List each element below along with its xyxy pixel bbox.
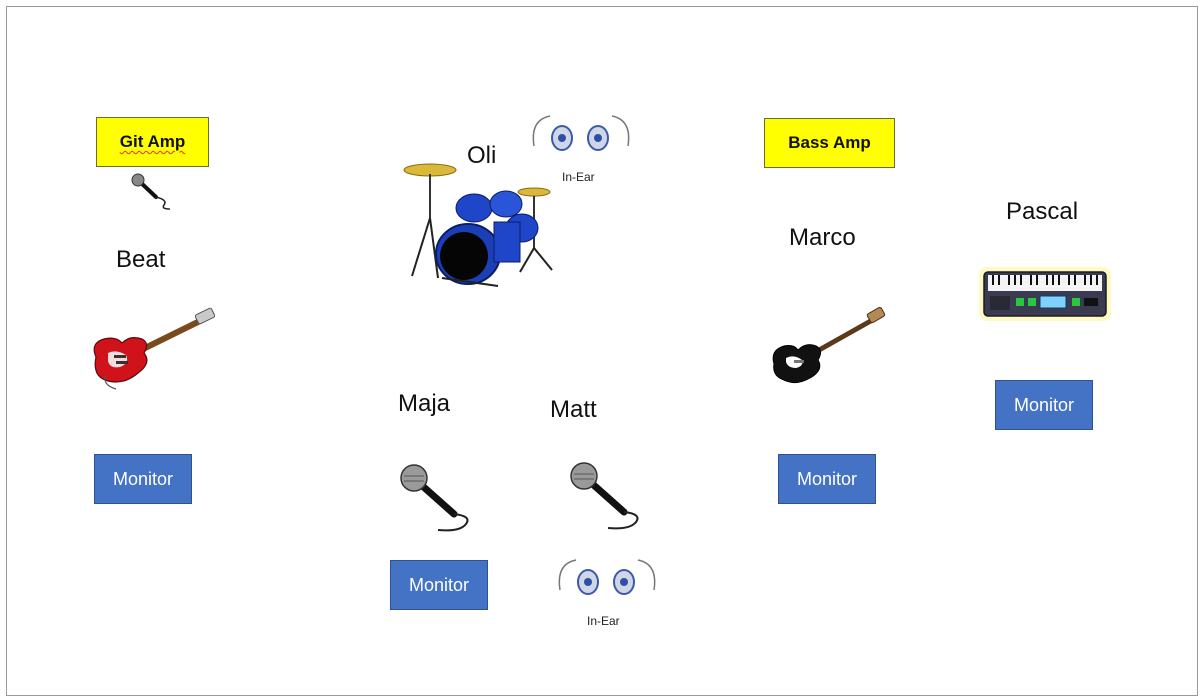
monitor-marco: Monitor (778, 454, 876, 504)
bass-guitar-icon (772, 306, 886, 384)
bass-amp-label: Bass Amp (788, 133, 871, 152)
microphone-icon (570, 462, 639, 530)
in-ear-monitor-icon (558, 559, 656, 595)
git-amp-box: Git Amp (96, 117, 209, 167)
in-ear-label-matt: In-Ear (587, 614, 620, 628)
musician-name-marco: Marco (789, 224, 856, 251)
microphone-icon (131, 173, 171, 210)
monitor-label: Monitor (408, 574, 470, 595)
musician-name-pascal: Pascal (1006, 198, 1079, 225)
in-ear-monitor-icon (532, 115, 630, 151)
monitor-label: Monitor (796, 468, 858, 489)
monitor-maja: Monitor (390, 560, 488, 610)
musician-name-matt: Matt (550, 396, 597, 423)
musician-name-maja: Maja (398, 390, 451, 417)
monitor-label: Monitor (112, 468, 174, 489)
keyboard-icon (979, 267, 1111, 321)
drum-kit-icon (403, 163, 553, 287)
monitor-pascal: Monitor (995, 380, 1093, 430)
monitor-beat: Monitor (94, 454, 192, 504)
electric-guitar-icon (93, 307, 216, 390)
in-ear-label-oli: In-Ear (562, 170, 595, 184)
microphone-icon (400, 464, 469, 532)
bass-amp-box: Bass Amp (764, 118, 895, 168)
git-amp-label: Git Amp (119, 132, 186, 151)
musician-name-beat: Beat (116, 246, 166, 273)
monitor-label: Monitor (1013, 394, 1075, 415)
